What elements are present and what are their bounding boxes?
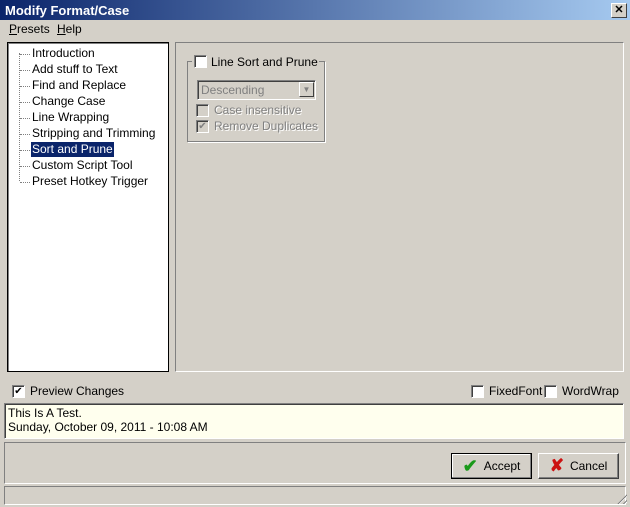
tree-item[interactable]: Add stuff to Text: [31, 62, 119, 77]
tree-connector: [20, 70, 30, 71]
sort-order-dropdown[interactable]: Descending ▼: [197, 80, 316, 100]
tree-connector: [20, 166, 30, 167]
tree-lines: [19, 53, 20, 181]
tree-item[interactable]: Custom Script Tool: [31, 158, 133, 173]
fixedfont-checkbox[interactable]: [471, 385, 484, 398]
tree-item[interactable]: Change Case: [31, 94, 106, 109]
tree-item[interactable]: Sort and Prune: [30, 141, 115, 158]
enable-sort-checkbox[interactable]: [194, 55, 207, 68]
tree-connector: [20, 54, 30, 55]
menu-help[interactable]: Help: [57, 22, 82, 36]
accept-label: Accept: [483, 459, 521, 473]
tree-connector: [20, 150, 30, 151]
enable-sort-row[interactable]: Line Sort and Prune: [192, 54, 319, 69]
menu-presets[interactable]: Presets: [9, 22, 50, 36]
tree-item[interactable]: Introduction: [31, 46, 96, 61]
wordwrap-label: WordWrap: [562, 384, 619, 398]
preview-text-area[interactable]: This Is A Test. Sunday, October 09, 2011…: [4, 403, 624, 439]
sort-order-value: Descending: [201, 83, 265, 97]
preview-changes-checkbox[interactable]: ✔: [12, 385, 25, 398]
accept-button[interactable]: ✔ Accept: [451, 453, 532, 479]
case-insensitive-checkbox[interactable]: [196, 104, 209, 117]
tree-connector: [20, 134, 30, 135]
close-button[interactable]: ✕: [611, 3, 627, 18]
tree-item[interactable]: Line Wrapping: [31, 110, 110, 125]
preview-changes-label: Preview Changes: [30, 384, 125, 398]
fixedfont-label: FixedFont: [489, 384, 543, 398]
title-bar: Modify Format/Case ✕: [0, 0, 630, 20]
menu-label: Presets: [9, 22, 50, 36]
tree-item[interactable]: Preset Hotkey Trigger: [31, 174, 149, 189]
tree-connector: [20, 102, 30, 103]
tree-connector: [20, 86, 30, 87]
enable-sort-label: Line Sort and Prune: [211, 55, 318, 69]
section-tree[interactable]: Introduction Add stuff to Text Find and Re…: [7, 42, 169, 372]
chevron-down-icon[interactable]: ▼: [299, 82, 314, 97]
cancel-button[interactable]: ✘ Cancel: [538, 453, 619, 479]
menu-label: Help: [57, 22, 82, 36]
remove-duplicates-label: Remove Duplicates: [214, 119, 319, 133]
status-bar: [4, 486, 626, 505]
window-title: Modify Format/Case: [5, 3, 130, 18]
button-area: [4, 442, 626, 484]
case-insensitive-label: Case insensitive: [214, 103, 302, 117]
x-icon: ✘: [549, 456, 564, 475]
preview-line: This Is A Test.: [8, 406, 82, 420]
wordwrap-checkbox[interactable]: [544, 385, 557, 398]
tree-item[interactable]: Find and Replace: [31, 78, 127, 93]
cancel-label: Cancel: [569, 459, 608, 473]
remove-duplicates-checkbox[interactable]: ✔: [196, 120, 209, 133]
tree-connector: [20, 182, 30, 183]
tree-connector: [20, 118, 30, 119]
tree-item[interactable]: Stripping and Trimming: [31, 126, 156, 141]
preview-line: Sunday, October 09, 2011 - 10:08 AM: [8, 420, 208, 434]
checkmark-icon: ✔: [462, 455, 478, 476]
